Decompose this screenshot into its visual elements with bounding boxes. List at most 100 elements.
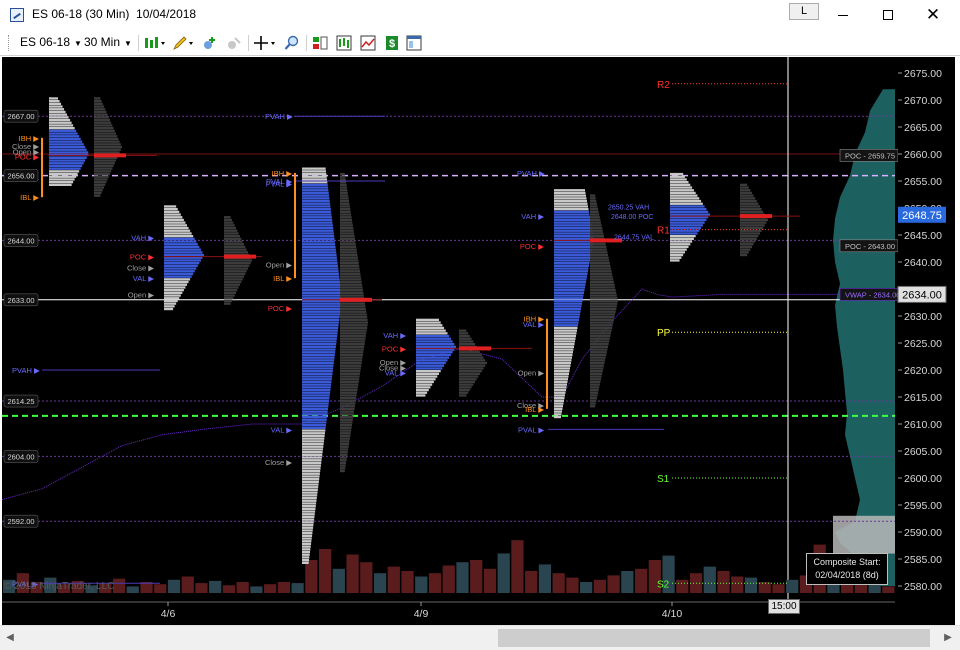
profile-row	[302, 189, 329, 192]
profile-row	[670, 251, 685, 254]
volume-bar	[360, 562, 373, 593]
ghost-profile-row	[590, 399, 597, 402]
ghost-profile-row	[224, 302, 231, 305]
profile-row	[49, 164, 83, 168]
ghost-profile-row	[459, 367, 484, 370]
scrollbar-thumb[interactable]	[498, 629, 930, 647]
profile-row	[416, 329, 446, 332]
ghost-profile-row	[94, 132, 116, 135]
data-series-button[interactable]	[336, 35, 352, 51]
profile-row	[416, 359, 448, 362]
indicators-button[interactable]	[360, 35, 376, 51]
profile-row	[554, 326, 578, 330]
profile-row	[164, 243, 198, 246]
volume-bar	[607, 575, 620, 593]
volume-bar	[483, 568, 497, 593]
remove-indicator-button[interactable]	[226, 35, 242, 51]
crosshair-button[interactable]	[254, 35, 278, 51]
time-tick-label: 4/9	[414, 608, 429, 620]
profile-row	[49, 172, 78, 176]
volume-bar	[456, 562, 469, 593]
volume-bar	[442, 565, 455, 593]
ghost-profile-row	[224, 299, 232, 303]
profile-row	[302, 294, 342, 297]
profile-row	[554, 299, 583, 303]
profile-row	[670, 194, 698, 197]
profile-row	[302, 448, 323, 451]
ghost-profile-row	[590, 208, 599, 211]
profile-row	[302, 464, 321, 467]
ghost-profile-row	[340, 351, 364, 354]
ghost-profile-row	[340, 451, 348, 454]
profile-row	[49, 118, 71, 122]
title-bar[interactable]: ES 06-18 (30 Min) 10/04/2018 L ✕	[0, 0, 960, 30]
profile-row	[164, 307, 174, 311]
instrument-label: ES 06-18	[20, 35, 71, 49]
chart-trader-button[interactable]	[312, 35, 328, 51]
profile-row	[670, 197, 700, 200]
ghost-profile-row	[340, 434, 351, 438]
profile-level-label: POC ▶	[382, 344, 407, 353]
ghost-profile-row	[340, 461, 347, 465]
profile-row	[302, 407, 329, 411]
profile-row	[554, 345, 574, 348]
ghost-profile-row	[340, 240, 356, 243]
profile-row	[164, 262, 200, 265]
prior-value-label: PVAL ▶	[266, 177, 293, 186]
ghost-profile-row	[590, 267, 611, 270]
properties-button[interactable]	[406, 35, 422, 51]
drawing-tools-button[interactable]	[172, 35, 196, 51]
close-button[interactable]: ✕	[918, 4, 948, 26]
profile-row	[670, 232, 698, 235]
profile-row	[164, 248, 201, 251]
scroll-left-arrow-icon[interactable]: ◀	[2, 630, 18, 646]
profile-row	[302, 456, 322, 459]
ghost-profile-row	[340, 253, 358, 257]
ghost-profile-row	[740, 240, 756, 243]
ghost-profile-row	[459, 380, 475, 384]
profile-row	[49, 116, 69, 119]
instrument-selector[interactable]: ES 06-18 ▼	[20, 35, 82, 49]
profile-row	[302, 421, 327, 424]
profile-row	[164, 245, 200, 249]
link-button[interactable]: L	[789, 3, 819, 20]
profile-row	[416, 326, 445, 330]
profile-row	[49, 143, 84, 146]
ghost-profile-row	[340, 394, 357, 397]
profile-row	[164, 280, 189, 284]
ghost-profile-row	[340, 324, 368, 327]
chart-panel[interactable]: IBH ▶Close ▶Open ▶POC ▶VAL ▶IBL ▶VAH ▶PO…	[2, 57, 955, 625]
ghost-profile-row	[224, 243, 244, 246]
horizontal-scrollbar[interactable]: ◀ ▶	[0, 625, 960, 650]
ghost-profile-row	[94, 159, 116, 162]
profile-row	[302, 472, 320, 475]
scroll-right-arrow-icon[interactable]: ▶	[940, 630, 956, 646]
profile-row	[49, 108, 65, 111]
profile-row	[302, 505, 316, 508]
ghost-profile-row	[740, 243, 754, 246]
profile-row	[49, 113, 68, 116]
add-indicator-button[interactable]	[202, 35, 218, 51]
profile-row	[554, 361, 571, 365]
profile-row	[302, 307, 341, 311]
left-price-tag-text: 2667.00	[7, 112, 34, 121]
ghost-profile-row	[340, 361, 362, 365]
strategies-button[interactable]: $	[384, 35, 400, 51]
interval-selector[interactable]: 30 Min ▼	[84, 35, 132, 49]
minimize-button[interactable]	[828, 4, 858, 26]
ghost-profile-row	[340, 245, 357, 249]
ghost-profile-row	[590, 205, 598, 208]
market-profile-chart[interactable]: IBH ▶Close ▶Open ▶POC ▶VAL ▶IBL ▶VAH ▶PO…	[2, 57, 955, 625]
profile-row	[302, 226, 334, 230]
chart-style-button[interactable]	[144, 35, 168, 51]
zoom-button[interactable]	[284, 35, 300, 51]
toolbar-grip[interactable]	[8, 35, 11, 51]
ghost-profile-row	[340, 243, 356, 246]
maximize-button[interactable]	[873, 4, 903, 26]
ghost-profile-row	[340, 286, 363, 289]
profile-level-label: POC ▶	[130, 253, 155, 262]
ghost-profile-row	[340, 307, 366, 311]
ghost-profile-row	[224, 264, 250, 267]
profile-row	[554, 283, 586, 286]
price-tick-label: 2670.00	[904, 95, 942, 107]
